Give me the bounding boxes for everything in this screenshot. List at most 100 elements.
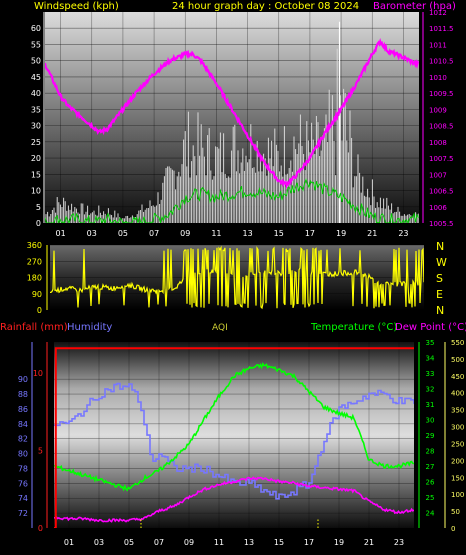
compass-label-n1: N bbox=[436, 240, 444, 253]
aqi-y-tick-label: 300 bbox=[451, 424, 464, 432]
baro-y-tick-label: 1010.5 bbox=[429, 58, 454, 66]
compass-label-w: W bbox=[436, 256, 447, 269]
wind-x-tick-label: 01 bbox=[55, 229, 65, 238]
humidity-y-tick-label: 82 bbox=[18, 435, 28, 444]
wind-y-tick-label: 45 bbox=[31, 73, 41, 82]
temperature-y-tick-label: 34 bbox=[426, 355, 435, 363]
weather-graph: Windspeed (kph) 24 hour graph day : Octo… bbox=[0, 1, 466, 547]
aqi-y-tick-label: 200 bbox=[451, 457, 464, 465]
wind-y-tick-label: 10 bbox=[31, 187, 41, 196]
baro-y-tick-label: 1007 bbox=[429, 171, 447, 179]
wind-y-tick-label: 20 bbox=[31, 154, 41, 163]
wind-y-tick-label: 55 bbox=[31, 40, 41, 49]
wind-y-tick-label: 5 bbox=[36, 203, 41, 212]
temp-x-tick-label: 19 bbox=[334, 538, 344, 547]
humidity-y-tick-label: 86 bbox=[18, 405, 28, 414]
baro-y-tick-label: 1008.5 bbox=[429, 123, 454, 131]
temperature-axis-title: Temperature (°C) bbox=[310, 322, 397, 333]
direction-panel: 0 90 180 270 360 N W S E N bbox=[27, 240, 447, 317]
temp-x-tick-label: 15 bbox=[274, 538, 284, 547]
aqi-y-tick-label: 500 bbox=[451, 356, 464, 364]
direction-y-tick-label: 360 bbox=[27, 241, 42, 250]
direction-y-tick-label: 0 bbox=[37, 306, 42, 315]
wind-y-tick-label: 60 bbox=[31, 24, 41, 33]
wind-baro-panel: 0510152025303540455055601005.510061006.5… bbox=[31, 9, 454, 238]
temperature-y-tick-label: 28 bbox=[426, 448, 435, 456]
wind-axis-title: Windspeed (kph) bbox=[34, 1, 119, 12]
aqi-y-tick-label: 50 bbox=[451, 508, 460, 516]
humidity-y-tick-label: 88 bbox=[18, 390, 28, 399]
temperature-y-tick-label: 30 bbox=[426, 417, 435, 425]
rainfall-y-tick-label: 5 bbox=[38, 447, 43, 456]
temperature-y-tick-label: 31 bbox=[426, 401, 435, 409]
direction-y-tick-label: 270 bbox=[27, 257, 42, 266]
baro-y-tick-label: 1008 bbox=[429, 139, 447, 147]
rainfall-axis-title: Rainfall (mm) bbox=[0, 322, 68, 333]
humidity-y-tick-label: 78 bbox=[18, 464, 28, 473]
wind-x-tick-label: 23 bbox=[398, 229, 408, 238]
temp-x-tick-label: 01 bbox=[64, 538, 74, 547]
direction-y-tick-label: 180 bbox=[27, 274, 42, 283]
direction-axes: 0 90 180 270 360 bbox=[27, 241, 48, 315]
wind-y-tick-label: 15 bbox=[31, 170, 41, 179]
aqi-axis-title: AQI bbox=[212, 323, 228, 333]
baro-y-tick-label: 1011 bbox=[429, 41, 447, 49]
compass-label-n2: N bbox=[436, 304, 444, 317]
wind-x-tick-label: 05 bbox=[118, 229, 128, 238]
baro-y-tick-label: 1009.5 bbox=[429, 90, 454, 98]
baro-y-tick-label: 1012 bbox=[429, 9, 447, 17]
humidity-axis-title: Humidity bbox=[67, 322, 112, 333]
aqi-y-tick-label: 150 bbox=[451, 474, 464, 482]
aqi-y-tick-label: 450 bbox=[451, 373, 464, 381]
temperature-y-tick-label: 25 bbox=[426, 494, 435, 502]
compass-label-s: S bbox=[436, 272, 443, 285]
temp-x-tick-label: 21 bbox=[364, 538, 374, 547]
baro-y-tick-label: 1005.5 bbox=[429, 220, 454, 228]
baro-y-tick-label: 1010 bbox=[429, 74, 447, 82]
temperature-y-tick-label: 33 bbox=[426, 370, 435, 378]
temperature-y-tick-label: 26 bbox=[426, 479, 435, 487]
baro-y-tick-label: 1007.5 bbox=[429, 155, 454, 163]
wind-x-tick-label: 19 bbox=[336, 229, 346, 238]
wind-x-tick-label: 09 bbox=[180, 229, 190, 238]
temp-x-tick-label: 17 bbox=[304, 538, 314, 547]
temp-hum-panel: 7274767880828486889005102425262728293031… bbox=[18, 339, 465, 547]
humidity-y-tick-label: 72 bbox=[18, 509, 28, 518]
temp-x-tick-label: 07 bbox=[154, 538, 164, 547]
wind-y-tick-label: 30 bbox=[31, 122, 41, 131]
humidity-y-tick-label: 76 bbox=[18, 479, 28, 488]
aqi-y-tick-label: 0 bbox=[451, 525, 455, 533]
wind-x-tick-label: 13 bbox=[242, 229, 252, 238]
temperature-y-tick-label: 24 bbox=[426, 510, 435, 518]
aqi-y-tick-label: 550 bbox=[451, 339, 464, 347]
aqi-y-tick-label: 400 bbox=[451, 390, 464, 398]
baro-y-tick-label: 1006.5 bbox=[429, 188, 454, 196]
wind-x-tick-label: 07 bbox=[149, 229, 159, 238]
baro-y-tick-label: 1011.5 bbox=[429, 25, 454, 33]
rainfall-y-tick-label: 10 bbox=[33, 369, 43, 378]
temperature-y-tick-label: 35 bbox=[426, 339, 435, 347]
wind-y-tick-label: 35 bbox=[31, 105, 41, 114]
compass-label-e: E bbox=[436, 288, 443, 301]
humidity-y-tick-label: 80 bbox=[18, 450, 28, 459]
wind-x-tick-label: 21 bbox=[367, 229, 377, 238]
temp-x-tick-label: 09 bbox=[184, 538, 194, 547]
rainfall-y-tick-label: 0 bbox=[38, 524, 43, 533]
wind-y-tick-label: 50 bbox=[31, 57, 41, 66]
temp-x-tick-label: 03 bbox=[94, 538, 104, 547]
aqi-y-tick-label: 350 bbox=[451, 407, 464, 415]
temp-x-tick-label: 11 bbox=[214, 538, 224, 547]
humidity-y-tick-label: 84 bbox=[18, 420, 28, 429]
wind-y-tick-label: 40 bbox=[31, 89, 41, 98]
wind-y-tick-label: 0 bbox=[36, 219, 41, 228]
aqi-y-tick-label: 250 bbox=[451, 440, 464, 448]
direction-y-tick-label: 90 bbox=[32, 290, 42, 299]
humidity-y-tick-label: 90 bbox=[18, 375, 28, 384]
temperature-y-tick-label: 29 bbox=[426, 432, 435, 440]
wind-x-tick-label: 17 bbox=[305, 229, 315, 238]
wind-y-tick-label: 25 bbox=[31, 138, 41, 147]
wind-x-tick-label: 03 bbox=[87, 229, 97, 238]
temp-x-tick-label: 13 bbox=[244, 538, 254, 547]
aqi-y-tick-label: 100 bbox=[451, 491, 464, 499]
chart-title: 24 hour graph day : October 08 2024 bbox=[172, 1, 359, 12]
